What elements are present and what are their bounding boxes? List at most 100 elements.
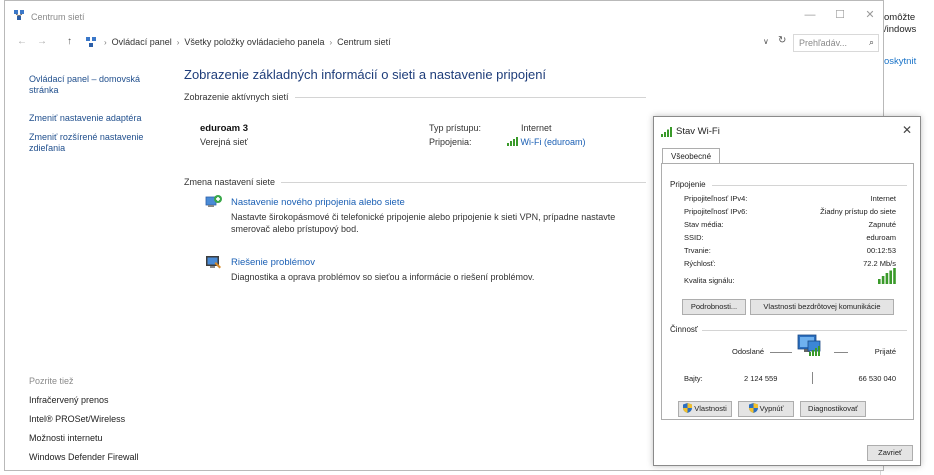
- network-center-icon: [14, 10, 24, 20]
- control-panel-home-link[interactable]: Ovládací panel – domovská stránka: [29, 74, 140, 96]
- close-button[interactable]: ✕: [855, 5, 883, 25]
- search-input[interactable]: Prehľadáv... ⌕: [793, 34, 879, 52]
- speed-label: Rýchlosť:: [684, 259, 716, 268]
- wifi-status-dialog: Stav Wi-Fi ✕ Všeobecné Pripojenie Pripoj…: [653, 116, 921, 466]
- signal-quality-label: Kvalita signálu:: [684, 276, 735, 285]
- media-state-value: Zapnuté: [868, 220, 896, 229]
- see-also-infrared-link[interactable]: Infračervený prenos: [29, 395, 109, 406]
- details-button[interactable]: Podrobnosti...: [682, 299, 746, 315]
- divider: [812, 372, 813, 384]
- ssid-label: SSID:: [684, 233, 704, 242]
- bytes-sent-value: 2 124 559: [744, 374, 778, 383]
- address-dropdown-button[interactable]: ∨: [763, 37, 769, 46]
- access-type-label: Typ prístupu:: [429, 123, 482, 133]
- duration-value: 00:12:53: [866, 246, 896, 255]
- troubleshoot-description: Diagnostika a oprava problémov so sieťou…: [231, 271, 651, 283]
- forward-button[interactable]: →: [37, 36, 47, 47]
- properties-button-label: Vlastnosti: [694, 404, 727, 413]
- divider: [702, 330, 907, 331]
- title-bar[interactable]: Centrum sietí — ☐ ✕: [5, 1, 883, 31]
- troubleshoot-link[interactable]: Riešenie problémov: [231, 257, 315, 268]
- minimize-button[interactable]: —: [795, 5, 825, 25]
- window-title: Centrum sietí: [31, 12, 85, 22]
- dialog-title: Stav Wi-Fi: [676, 126, 720, 137]
- background-text-2: /indows: [884, 24, 917, 35]
- disable-button-label: Vypnúť: [759, 404, 784, 413]
- access-type-value: Internet: [521, 123, 552, 133]
- ipv6-label: Pripojiteľnosť IPv6:: [684, 207, 748, 216]
- shield-icon: [683, 403, 693, 413]
- search-icon[interactable]: ⌕: [869, 37, 874, 48]
- description-line: Diagnostika a oprava problémov so sieťou…: [231, 272, 535, 282]
- breadcrumb-all-items[interactable]: Všetky položky ovládacieho panela: [184, 37, 324, 47]
- new-connection-icon: [205, 195, 222, 207]
- received-label: Prijaté: [874, 347, 896, 356]
- back-button[interactable]: ←: [17, 36, 27, 47]
- description-line: smerovač alebo prístupový bod.: [231, 224, 359, 234]
- change-adapter-settings-link[interactable]: Zmeniť nastavenie adaptéra: [29, 113, 141, 124]
- properties-button[interactable]: Vlastnosti: [678, 401, 732, 417]
- divider: [770, 352, 792, 353]
- tab-general[interactable]: Všeobecné: [662, 148, 720, 164]
- connections-label: Pripojenia:: [429, 137, 472, 147]
- speed-value: 72.2 Mb/s: [863, 259, 896, 268]
- network-activity-icon: [797, 334, 821, 356]
- wifi-signal-icon: [661, 127, 672, 137]
- link-text: stránka: [29, 85, 59, 95]
- maximize-button[interactable]: ☐: [825, 5, 855, 25]
- wifi-connection-link[interactable]: Wi-Fi (eduroam): [507, 137, 586, 147]
- network-center-icon: [86, 37, 96, 47]
- refresh-button[interactable]: ↻: [778, 35, 786, 46]
- page-title: Zobrazenie základných informácií o sieti…: [184, 67, 547, 82]
- diagnose-button[interactable]: Diagnostikovať: [800, 401, 866, 417]
- new-connection-link[interactable]: Nastavenie nového pripojenia alebo siete: [231, 197, 405, 208]
- background-link[interactable]: oskytnit: [884, 56, 916, 67]
- link-text: Ovládací panel – domovská: [29, 74, 141, 84]
- advanced-sharing-settings-link[interactable]: Zmeniť rozšírené nastavenie zdieľania: [29, 132, 143, 154]
- divider: [712, 185, 907, 186]
- disable-button[interactable]: Vypnúť: [738, 401, 794, 417]
- divider: [834, 352, 848, 353]
- breadcrumb: › Ovládací panel › Všetky položky ovládacie…: [99, 37, 391, 47]
- activity-group-label: Činnosť: [670, 325, 698, 334]
- dialog-close-button[interactable]: ✕: [902, 123, 912, 137]
- change-settings-label: Zmena nastavení siete: [184, 177, 282, 187]
- breadcrumb-separator: ›: [329, 38, 333, 47]
- bytes-label: Bajty:: [684, 374, 703, 383]
- ipv6-value: Žiadny prístup do siete: [820, 207, 896, 216]
- duration-label: Trvanie:: [684, 246, 711, 255]
- see-also-label: Pozrite tiež: [29, 376, 74, 386]
- desktop: omôžte /indows oskytnit Centrum sietí — …: [0, 0, 934, 475]
- breadcrumb-separator: ›: [104, 38, 107, 47]
- dialog-close-text-button[interactable]: Zavrieť: [867, 445, 913, 461]
- connection-group-label: Pripojenie: [670, 180, 706, 189]
- new-connection-description: Nastavte širokopásmové či telefonické pr…: [231, 211, 651, 235]
- description-line: Nastavte širokopásmové či telefonické pr…: [231, 212, 616, 222]
- troubleshoot-icon: [206, 256, 221, 269]
- breadcrumb-control-panel[interactable]: Ovládací panel: [112, 37, 172, 47]
- general-tab-panel: Pripojenie Pripojiteľnosť IPv4: Internet…: [661, 163, 914, 420]
- wifi-signal-icon: [507, 137, 518, 146]
- network-type: Verejná sieť: [200, 137, 248, 147]
- search-placeholder: Prehľadáv...: [799, 38, 847, 48]
- bytes-received-value: 66 530 040: [858, 374, 896, 383]
- wireless-properties-button[interactable]: Vlastnosti bezdrôtovej komunikácie: [750, 299, 894, 315]
- breadcrumb-network-center[interactable]: Centrum sietí: [337, 37, 391, 47]
- ipv4-label: Pripojiteľnosť IPv4:: [684, 194, 748, 203]
- up-button[interactable]: ↑: [67, 36, 72, 47]
- wifi-connection-text: Wi-Fi (eduroam): [520, 137, 586, 147]
- signal-quality-icon: [878, 268, 896, 284]
- ssid-value: eduroam: [866, 233, 896, 242]
- see-also-intel-proset-link[interactable]: Intel® PROSet/Wireless: [29, 414, 125, 425]
- see-also-firewall-link[interactable]: Windows Defender Firewall: [29, 452, 139, 463]
- shield-icon: [748, 403, 758, 413]
- address-bar: ← → ↑ › Ovládací panel › Všetky položky ovl…: [5, 33, 883, 53]
- breadcrumb-separator: ›: [176, 38, 180, 47]
- link-text: Zmeniť rozšírené nastavenie: [29, 132, 144, 142]
- media-state-label: Stav média:: [684, 220, 724, 229]
- background-text-1: omôžte: [884, 12, 916, 23]
- active-networks-label: Zobrazenie aktívnych sietí: [184, 92, 295, 102]
- see-also-internet-options-link[interactable]: Možnosti internetu: [29, 433, 103, 444]
- link-text: zdieľania: [29, 143, 66, 153]
- ipv4-value: Internet: [870, 194, 896, 203]
